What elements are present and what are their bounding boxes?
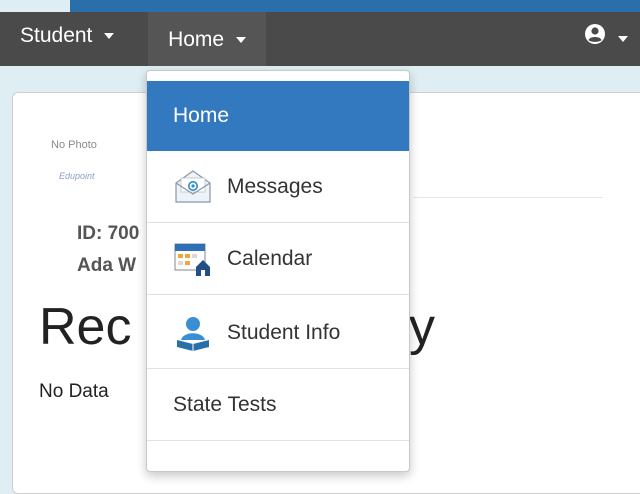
- menu-item-label: Messages: [227, 175, 323, 198]
- chevron-down-icon: [617, 36, 628, 43]
- chevron-down-icon: [104, 33, 115, 40]
- menu-item-home[interactable]: Home: [147, 81, 409, 151]
- student-id: ID: 700: [77, 223, 140, 244]
- student-reading-icon: [173, 314, 213, 352]
- calendar-icon: [173, 240, 213, 278]
- menu-item-messages[interactable]: Messages: [147, 151, 409, 223]
- home-dropdown-menu: Home Messages Calendar Student Info Stat…: [146, 70, 410, 472]
- no-photo-label: No Photo: [51, 139, 97, 151]
- menu-item-label: Student Info: [227, 321, 341, 344]
- top-strip-light: [0, 0, 70, 12]
- menu-item-calendar[interactable]: Calendar: [147, 223, 409, 295]
- menu-item-label: Calendar: [227, 247, 313, 270]
- home-menu-label: Home: [168, 28, 225, 51]
- divider: [413, 197, 603, 198]
- top-strip: [0, 0, 640, 12]
- menu-item-student-info[interactable]: Student Info: [147, 297, 409, 369]
- no-data-label: No Data: [39, 381, 109, 402]
- edupoint-logo: Edupoint: [59, 171, 95, 181]
- student-menu-button[interactable]: Student: [20, 12, 115, 66]
- page-title-start: Rec: [39, 298, 132, 356]
- envelope-icon: [173, 168, 213, 206]
- user-menu-button[interactable]: [584, 12, 634, 66]
- chevron-down-icon: [235, 37, 246, 44]
- student-name: Ada W: [77, 255, 137, 276]
- home-menu-button[interactable]: Home: [148, 12, 266, 66]
- menu-item-state-tests[interactable]: State Tests: [147, 369, 409, 441]
- menu-item-label: Home: [173, 104, 230, 127]
- student-menu-label: Student: [20, 24, 93, 47]
- page-title-end: y: [409, 298, 435, 356]
- menu-item-label: State Tests: [173, 393, 277, 416]
- user-circle-icon: [584, 12, 606, 66]
- navbar: Student Home: [0, 12, 640, 66]
